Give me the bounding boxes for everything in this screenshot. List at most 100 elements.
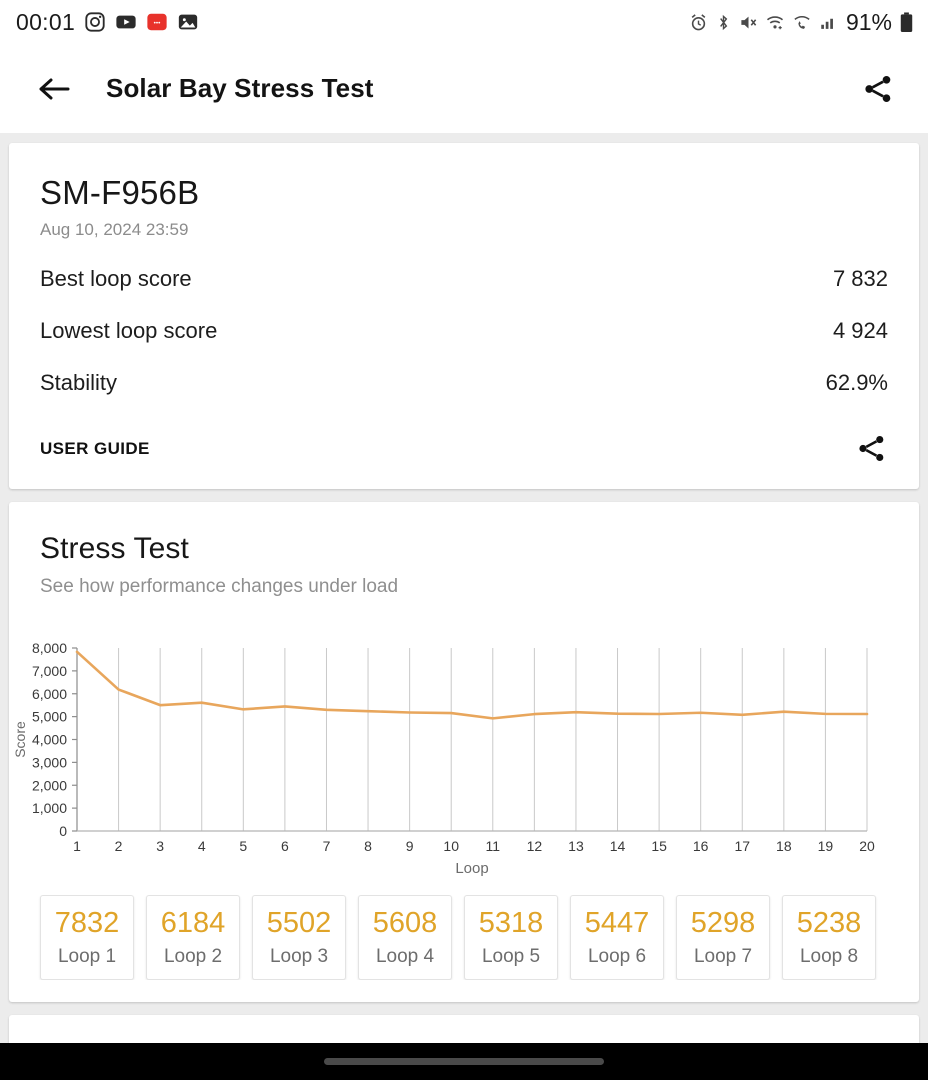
svg-text:8: 8 <box>364 838 372 854</box>
loop-score-value: 5447 <box>584 907 650 939</box>
loop-score-label: Loop 4 <box>375 946 435 967</box>
loop-score-label: Loop 2 <box>163 946 223 967</box>
svg-text:2,000: 2,000 <box>32 777 67 793</box>
loop-score-label: Loop 6 <box>587 946 647 967</box>
svg-text:0: 0 <box>59 823 67 839</box>
header-share-button[interactable] <box>854 65 902 113</box>
svg-text:1: 1 <box>73 838 81 854</box>
svg-text:7: 7 <box>323 838 331 854</box>
stress-test-chart: 0 1,000 2,000 3,000 4,000 5,000 6,000 7,000 8,00… <box>9 636 919 881</box>
svg-text:8,000: 8,000 <box>32 640 67 656</box>
stability-value: 62.9% <box>825 370 888 395</box>
page-title: Solar Bay Stress Test <box>106 73 374 103</box>
loop-score-value: 5608 <box>372 907 438 939</box>
alarm-icon <box>689 13 708 32</box>
device-name: SM-F956B <box>40 174 200 211</box>
best-loop-score-row: Best loop score 7 832 <box>40 266 888 292</box>
stress-test-subtitle: See how performance changes under load <box>40 576 399 597</box>
status-bar-clock: 00:01 <box>16 8 76 35</box>
lowest-loop-score-row: Lowest loop score 4 924 <box>40 318 888 344</box>
wifi-calling-icon <box>792 13 812 32</box>
svg-text:3: 3 <box>156 838 164 854</box>
loop-score-label: Loop 8 <box>799 946 859 967</box>
svg-text:13: 13 <box>568 838 584 854</box>
list-item[interactable]: 5502 Loop 3 <box>252 895 346 980</box>
svg-text:7,000: 7,000 <box>32 663 67 679</box>
list-item[interactable]: 7832 Loop 1 <box>40 895 134 980</box>
svg-text:Loop: Loop <box>455 860 488 877</box>
list-item[interactable]: 5608 Loop 4 <box>358 895 452 980</box>
list-item[interactable]: 5447 Loop 6 <box>570 895 664 980</box>
loop-score-label: Loop 1 <box>57 946 117 967</box>
svg-text:4,000: 4,000 <box>32 732 67 748</box>
svg-text:16: 16 <box>693 838 709 854</box>
svg-text:10: 10 <box>443 838 459 854</box>
stress-test-card: Stress Test See how performance changes … <box>9 502 919 1002</box>
list-item[interactable]: 5298 Loop 7 <box>676 895 770 980</box>
svg-text:6,000: 6,000 <box>32 686 67 702</box>
loop-score-value: 6184 <box>160 907 226 939</box>
loop-scores-list[interactable]: 7832 Loop 1 6184 Loop 2 5502 Loop 3 5608… <box>9 895 919 980</box>
share-icon <box>861 72 895 106</box>
svg-text:1,000: 1,000 <box>32 800 67 816</box>
svg-text:17: 17 <box>734 838 750 854</box>
status-bar-left: 00:01 ••• <box>16 9 199 36</box>
gallery-icon <box>177 11 199 33</box>
svg-text:2: 2 <box>115 838 123 854</box>
svg-text:9: 9 <box>406 838 414 854</box>
card-share-button[interactable] <box>855 432 888 465</box>
list-item[interactable]: 6184 Loop 2 <box>146 895 240 980</box>
share-icon <box>859 435 884 462</box>
system-navigation-bar <box>0 1043 928 1080</box>
loop-score-label: Loop 3 <box>269 946 329 967</box>
mute-icon <box>739 13 758 32</box>
bluetooth-icon <box>715 13 732 32</box>
svg-text:12: 12 <box>527 838 543 854</box>
svg-text:18: 18 <box>776 838 792 854</box>
svg-text:20: 20 <box>859 838 875 854</box>
svg-text:3,000: 3,000 <box>32 754 67 770</box>
instagram-icon <box>84 11 106 33</box>
loop-score-label: Loop 7 <box>693 946 753 967</box>
loop-score-label: Loop 5 <box>481 946 541 967</box>
user-guide-row: USER GUIDE <box>40 432 888 489</box>
svg-text:4: 4 <box>198 838 206 854</box>
list-item[interactable]: 5238 Loop 8 <box>782 895 876 980</box>
best-loop-score-value: 7 832 <box>832 266 888 291</box>
stress-test-title: Stress Test <box>40 532 189 565</box>
battery-icon <box>899 11 914 33</box>
youtube-icon <box>115 11 137 33</box>
lowest-loop-score-value: 4 924 <box>832 318 888 343</box>
device-summary-card: SM-F956B Aug 10, 2024 23:59 Best loop sc… <box>9 143 919 489</box>
loop-score-value: 5318 <box>478 907 544 939</box>
svg-text:Score: Score <box>12 721 28 758</box>
reddit-icon: ••• <box>146 11 168 33</box>
gesture-pill[interactable] <box>324 1058 604 1065</box>
lowest-loop-score-label: Lowest loop score <box>40 318 218 343</box>
loop-score-value: 5502 <box>266 907 332 939</box>
list-item[interactable]: 5318 Loop 5 <box>464 895 558 980</box>
svg-text:•••: ••• <box>154 20 161 27</box>
loop-score-value: 5298 <box>690 907 756 939</box>
back-button[interactable] <box>30 65 78 113</box>
user-guide-link[interactable]: USER GUIDE <box>40 439 150 459</box>
result-timestamp: Aug 10, 2024 23:59 <box>40 220 189 239</box>
svg-text:14: 14 <box>610 838 626 854</box>
svg-text:19: 19 <box>818 838 834 854</box>
app-bar: Solar Bay Stress Test <box>0 44 928 133</box>
status-bar: 00:01 ••• 91% <box>0 0 928 44</box>
svg-text:5: 5 <box>239 838 247 854</box>
stability-row: Stability 62.9% <box>40 370 888 396</box>
scroll-content[interactable]: SM-F956B Aug 10, 2024 23:59 Best loop sc… <box>0 133 928 1080</box>
best-loop-score-label: Best loop score <box>40 266 192 291</box>
svg-text:5,000: 5,000 <box>32 709 67 725</box>
battery-percentage: 91% <box>845 8 892 35</box>
loop-score-value: 7832 <box>54 907 120 939</box>
svg-text:11: 11 <box>486 838 501 854</box>
status-bar-right: 91% <box>689 9 914 36</box>
score-line-chart: 0 1,000 2,000 3,000 4,000 5,000 6,000 7,000 8,00… <box>12 640 875 877</box>
svg-text:15: 15 <box>651 838 667 854</box>
svg-text:6: 6 <box>281 838 289 854</box>
signal-icon <box>819 13 837 32</box>
back-arrow-icon <box>37 74 71 104</box>
